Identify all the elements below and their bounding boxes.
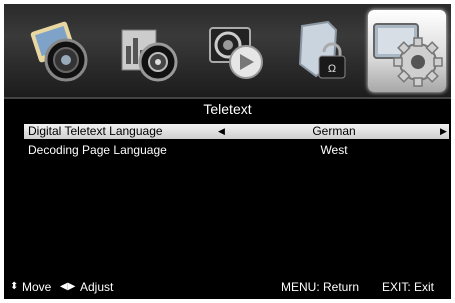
setting-label: Decoding Page Language — [28, 143, 167, 157]
svg-text:Ω: Ω — [328, 63, 336, 75]
channel-icon[interactable] — [200, 16, 270, 86]
menu-icon-bar: Ω — [4, 4, 451, 99]
right-arrow-icon[interactable]: ▶ — [440, 124, 447, 139]
exit-hint: EXIT: Exit — [382, 280, 435, 294]
page-title: Teletext — [203, 101, 252, 117]
move-hint: Move — [22, 280, 52, 294]
up-down-icon: ⬍ — [10, 281, 19, 292]
footer-hints: ⬍ Move ◀▶ Adjust MENU: Return EXIT: Exit — [4, 279, 451, 295]
left-right-icon: ◀▶ — [60, 281, 76, 292]
sound-icon[interactable] — [112, 16, 182, 86]
setting-value: West — [320, 143, 348, 157]
setting-row-decoding-page-language[interactable]: Decoding Page Language West — [24, 143, 449, 158]
tv-menu-screen: Ω Teletext Digital Teletext Language ◀ G… — [4, 4, 451, 299]
adjust-hint: Adjust — [80, 280, 114, 294]
menu-return-hint: MENU: Return — [281, 280, 360, 294]
lock-icon[interactable]: Ω — [288, 16, 358, 86]
picture-icon[interactable] — [26, 16, 96, 86]
setup-gear-icon[interactable] — [368, 10, 446, 92]
left-arrow-icon[interactable]: ◀ — [218, 124, 225, 139]
setting-value: German — [312, 124, 356, 138]
setting-label: Digital Teletext Language — [28, 124, 163, 138]
setting-row-digital-teletext-language[interactable]: Digital Teletext Language ◀ German ▶ — [24, 124, 449, 139]
